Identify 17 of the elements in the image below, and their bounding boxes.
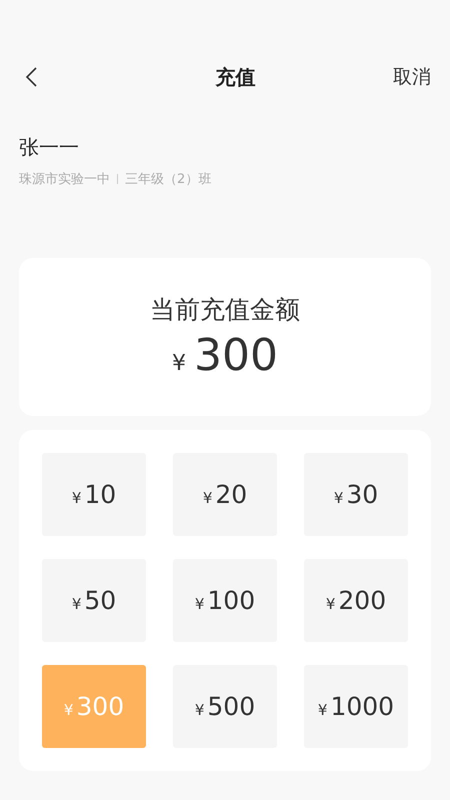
amount-option[interactable]: ¥20 [173, 453, 277, 536]
amount-option[interactable]: ¥30 [304, 453, 408, 536]
student-name: 张一一 [19, 134, 80, 161]
amount-option[interactable]: ¥10 [42, 453, 146, 536]
school-name: 珠源市实验一中 [19, 171, 110, 188]
currency-symbol: ¥ [172, 351, 186, 376]
page-title: 充值 [216, 64, 256, 90]
amount-option[interactable]: ¥500 [173, 665, 277, 748]
amount-option[interactable]: ¥100 [173, 559, 277, 642]
amount-option[interactable]: ¥200 [304, 559, 408, 642]
amount-value: 300 [194, 330, 278, 381]
amount-option[interactable]: ¥1000 [304, 665, 408, 748]
cancel-button[interactable]: 取消 [393, 64, 431, 90]
class-name: 三年级（2）班 [125, 171, 212, 188]
back-icon[interactable] [24, 66, 38, 88]
amount-label: 当前充值金额 [150, 294, 300, 326]
amount-option[interactable]: ¥50 [42, 559, 146, 642]
